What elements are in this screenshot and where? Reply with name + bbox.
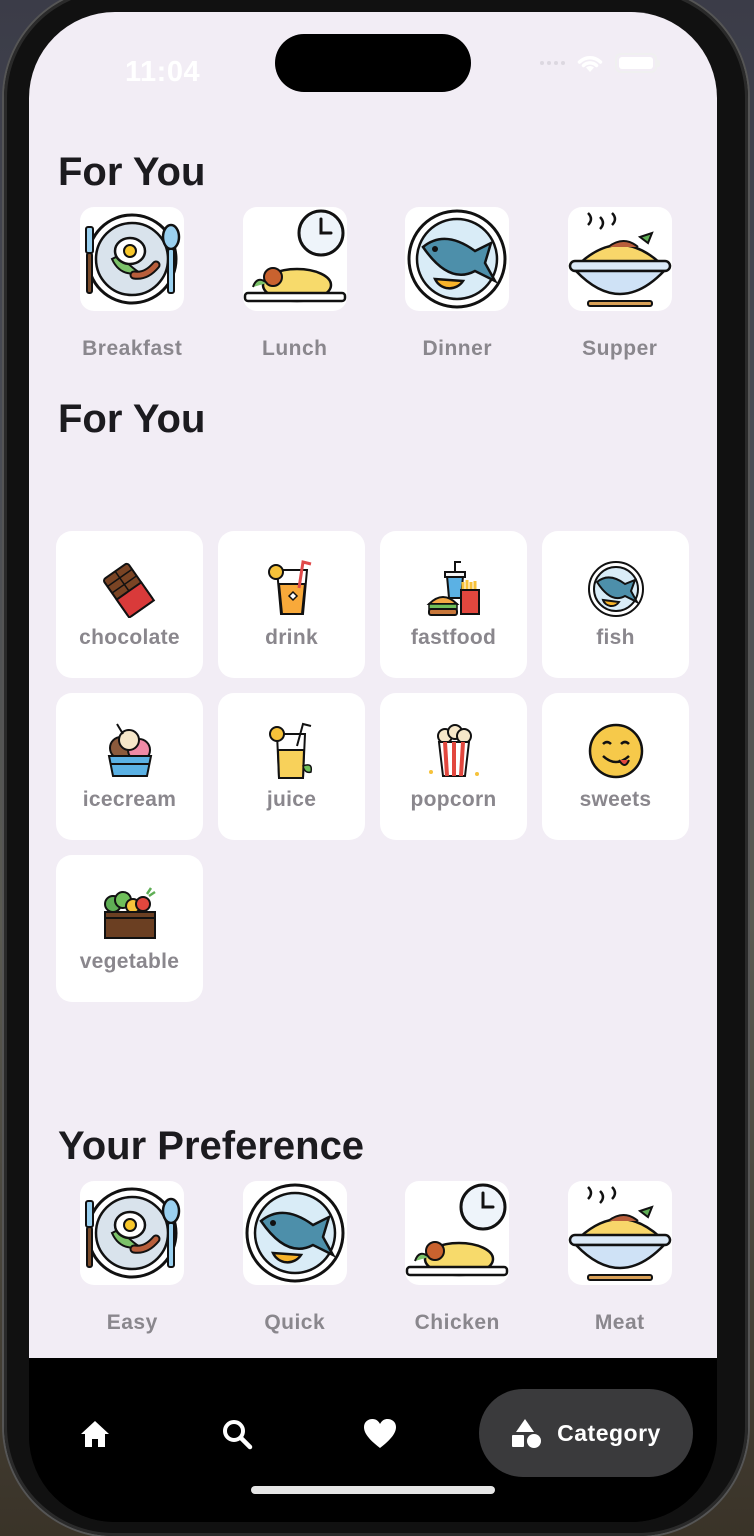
search-icon[interactable] [219,1416,255,1452]
breakfast-plate-icon [80,1181,185,1285]
meal-item-lunch[interactable]: Lunch [214,207,377,361]
category-tile-chocolate[interactable]: chocolate [56,531,203,678]
preference-row: Easy Quick Chicken Meat [51,1181,701,1335]
home-indicator[interactable] [251,1486,495,1494]
signal-icon [540,61,565,65]
preference-label: Easy [106,1311,158,1334]
battery-icon [615,53,660,73]
sweets-icon [588,723,643,778]
category-tile-popcorn[interactable]: popcorn [380,693,527,840]
category-label: vegetable [79,949,180,973]
fish-icon [587,560,644,617]
fish-plate-icon [405,207,510,311]
category-label: fastfood [410,625,497,649]
category-shapes-icon [512,1419,542,1448]
meal-label: Dinner [422,337,492,360]
meal-label: Breakfast [82,337,183,360]
bowl-icon [567,1181,672,1285]
category-tile-fish[interactable]: fish [542,531,689,678]
vegetable-icon [103,886,156,939]
lunch-clock-icon [242,207,347,311]
category-tab-label: Category [557,1419,661,1446]
fastfood-icon [426,560,480,616]
home-icon[interactable] [77,1416,113,1452]
drink-icon [267,559,311,615]
preference-label: Quick [264,1311,326,1334]
bottom-navigation: Category [29,1358,717,1522]
preference-label: Meat [594,1311,645,1334]
lunch-clock-icon [405,1181,510,1285]
meal-item-breakfast[interactable]: Breakfast [51,207,214,361]
category-tile-juice[interactable]: juice [218,693,365,840]
preference-item-quick[interactable]: Quick [214,1181,377,1335]
category-label: drink [265,625,318,649]
preference-item-meat[interactable]: Meat [539,1181,702,1335]
breakfast-plate-icon [80,207,185,311]
preference-item-easy[interactable]: Easy [51,1181,214,1335]
category-tile-sweets[interactable]: sweets [542,693,689,840]
meal-item-dinner[interactable]: Dinner [376,207,539,361]
meal-item-supper[interactable]: Supper [539,207,702,361]
status-icons [540,52,660,74]
juice-icon [268,722,312,779]
category-tab-active[interactable]: Category [479,1389,693,1477]
meal-row: Breakfast Lunch Dinner Supper [51,207,701,361]
heart-icon[interactable] [362,1416,398,1452]
icecream-icon [107,722,152,777]
wifi-icon [577,55,603,72]
category-label: fish [596,625,635,649]
category-tile-icecream[interactable]: icecream [56,693,203,840]
category-label: chocolate [79,625,180,649]
meal-label: Lunch [262,337,328,360]
status-time: 11:04 [125,56,201,88]
bowl-icon [567,207,672,311]
section-title-preference: Your Preference [58,1124,365,1168]
category-label: icecream [82,787,177,811]
popcorn-icon [428,723,479,777]
section-title-for-you-2: For You [58,397,206,441]
category-tile-fastfood[interactable]: fastfood [380,531,527,678]
category-label: juice [266,787,317,811]
category-tile-vegetable[interactable]: vegetable [56,855,203,1002]
section-title-for-you: For You [58,150,206,194]
preference-label: Chicken [414,1311,500,1334]
content-area: 11:04 For You Breakfast Lunch Dinner Sup… [29,12,717,1358]
category-tile-drink[interactable]: drink [218,531,365,678]
chocolate-icon [102,562,155,618]
category-grid: chocolate drink fastfood fish icecream j… [56,531,696,1002]
fish-plate-icon [242,1181,347,1285]
dynamic-island [275,34,471,92]
preference-item-chicken[interactable]: Chicken [376,1181,539,1335]
category-label: sweets [579,787,652,811]
phone-screen: 11:04 For You Breakfast Lunch Dinner Sup… [29,12,717,1522]
meal-label: Supper [582,337,658,360]
category-label: popcorn [410,787,497,811]
